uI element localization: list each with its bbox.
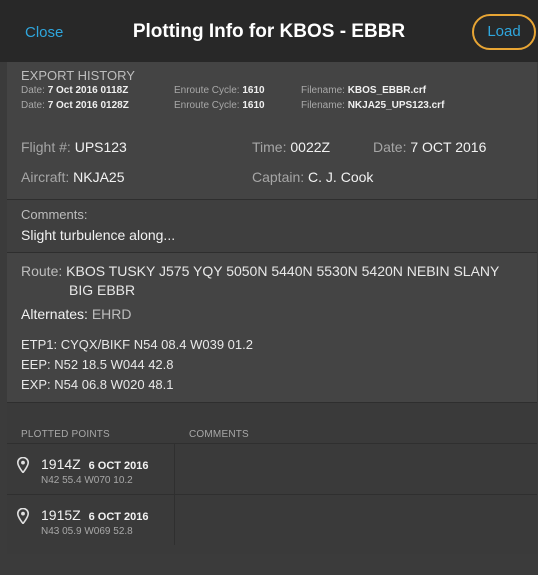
cell-divider bbox=[174, 444, 175, 494]
map-pin-icon bbox=[16, 507, 30, 529]
exp-value: N54 06.8 W020 48.1 bbox=[54, 377, 174, 392]
captain-label: Captain: bbox=[252, 169, 305, 185]
comments-panel[interactable]: Comments: Slight turbulence along... bbox=[7, 199, 537, 252]
export-history-row: Date: 7 Oct 2016 0128Z bbox=[21, 100, 129, 111]
header-bar: Close Plotting Info for KBOS - EBBR Load bbox=[0, 0, 538, 62]
date-value: 7 Oct 2016 0118Z bbox=[47, 85, 129, 96]
load-button[interactable]: Load bbox=[472, 14, 536, 50]
point-time-line: 1915Z 6 OCT 2016 bbox=[41, 507, 149, 523]
etp-label: ETP1: bbox=[21, 337, 58, 352]
date-value: 7 Oct 2016 0128Z bbox=[47, 100, 129, 111]
cell-divider bbox=[174, 495, 175, 545]
filename-value: KBOS_EBBR.crf bbox=[347, 85, 427, 96]
alternates-field: Alternates: EHRD bbox=[21, 305, 132, 323]
etp-value: CYQX/BIKF N54 08.4 W039 01.2 bbox=[60, 337, 253, 352]
export-history-title: EXPORT HISTORY bbox=[21, 68, 135, 83]
route-value-line1: KBOS TUSKY J575 YQY 5050N 5440N 5530N 54… bbox=[66, 263, 500, 279]
column-header-comments: COMMENTS bbox=[189, 429, 249, 440]
cycle-label: Enroute Cycle: bbox=[174, 85, 240, 96]
etp-field: ETP1: CYQX/BIKF N54 08.4 W039 01.2 bbox=[21, 337, 253, 352]
date-label: Date: bbox=[21, 100, 45, 111]
table-row[interactable]: 1915Z 6 OCT 2016 N43 05.9 W069 52.8 bbox=[7, 494, 537, 545]
date-label: Date: bbox=[373, 139, 407, 155]
captain-value: C. J. Cook bbox=[308, 169, 374, 185]
route-label: Route: bbox=[21, 263, 63, 279]
route-continuation: BIG EBBR bbox=[69, 281, 135, 299]
exp-label: EXP: bbox=[21, 377, 51, 392]
filename-field: Filename: NKJA25_UPS123.crf bbox=[301, 100, 444, 111]
point-time-line: 1914Z 6 OCT 2016 bbox=[41, 456, 149, 472]
aircraft-value: NKJA25 bbox=[73, 169, 125, 185]
time-field: Time: 0022Z bbox=[252, 139, 330, 155]
time-value: 0022Z bbox=[290, 139, 331, 155]
exp-field: EXP: N54 06.8 W020 48.1 bbox=[21, 377, 174, 392]
point-time: 1915Z bbox=[41, 507, 81, 523]
plotted-points-table: PLOTTED POINTS COMMENTS 1914Z 6 OCT 2016… bbox=[7, 402, 537, 554]
point-coordinates: N42 55.4 W070 10.2 bbox=[41, 475, 133, 486]
cycle-field: Enroute Cycle: 1610 bbox=[174, 85, 265, 96]
route-value-line2: BIG EBBR bbox=[69, 282, 136, 298]
aircraft-label: Aircraft: bbox=[21, 169, 70, 185]
date-value: 7 OCT 2016 bbox=[410, 139, 487, 155]
filename-label: Filename: bbox=[301, 100, 345, 111]
point-time: 1914Z bbox=[41, 456, 81, 472]
date-label: Date: bbox=[21, 85, 45, 96]
alternates-label: Alternates: bbox=[21, 306, 88, 322]
point-date: 6 OCT 2016 bbox=[88, 460, 149, 472]
cycle-value: 1610 bbox=[242, 100, 265, 111]
export-history-row: Date: 7 Oct 2016 0118Z bbox=[21, 85, 128, 96]
route-panel: Route: KBOS TUSKY J575 YQY 5050N 5440N 5… bbox=[7, 252, 537, 402]
filename-value: NKJA25_UPS123.crf bbox=[347, 100, 445, 111]
eep-field: EEP: N52 18.5 W044 42.8 bbox=[21, 357, 174, 372]
alternates-value: EHRD bbox=[91, 306, 132, 322]
map-pin-icon bbox=[16, 456, 30, 478]
aircraft-field: Aircraft: NKJA25 bbox=[21, 169, 124, 185]
filename-field: Filename: KBOS_EBBR.crf bbox=[301, 85, 426, 96]
filename-label: Filename: bbox=[301, 85, 345, 96]
point-date: 6 OCT 2016 bbox=[88, 511, 149, 523]
table-row[interactable]: 1914Z 6 OCT 2016 N42 55.4 W070 10.2 bbox=[7, 443, 537, 494]
comments-label: Comments: bbox=[21, 207, 88, 222]
cycle-value: 1610 bbox=[242, 85, 265, 96]
flight-number-label: Flight #: bbox=[21, 139, 71, 155]
cycle-label: Enroute Cycle: bbox=[174, 100, 240, 111]
date-field: Date: 7 OCT 2016 bbox=[373, 139, 486, 155]
eep-value: N52 18.5 W044 42.8 bbox=[54, 357, 174, 372]
eep-label: EEP: bbox=[21, 357, 51, 372]
flight-number-value: UPS123 bbox=[74, 139, 127, 155]
column-header-points: PLOTTED POINTS bbox=[21, 429, 110, 440]
cycle-field: Enroute Cycle: 1610 bbox=[174, 100, 265, 111]
time-label: Time: bbox=[252, 139, 287, 155]
captain-field: Captain: C. J. Cook bbox=[252, 169, 373, 185]
route-field: Route: KBOS TUSKY J575 YQY 5050N 5440N 5… bbox=[21, 262, 499, 280]
flight-number-field: Flight #: UPS123 bbox=[21, 139, 127, 155]
point-coordinates: N43 05.9 W069 52.8 bbox=[41, 526, 133, 537]
comments-text: Slight turbulence along... bbox=[21, 227, 176, 243]
page-title: Plotting Info for KBOS - EBBR bbox=[132, 21, 406, 42]
flight-details-panel: EXPORT HISTORY Date: 7 Oct 2016 0118Z En… bbox=[7, 62, 537, 199]
